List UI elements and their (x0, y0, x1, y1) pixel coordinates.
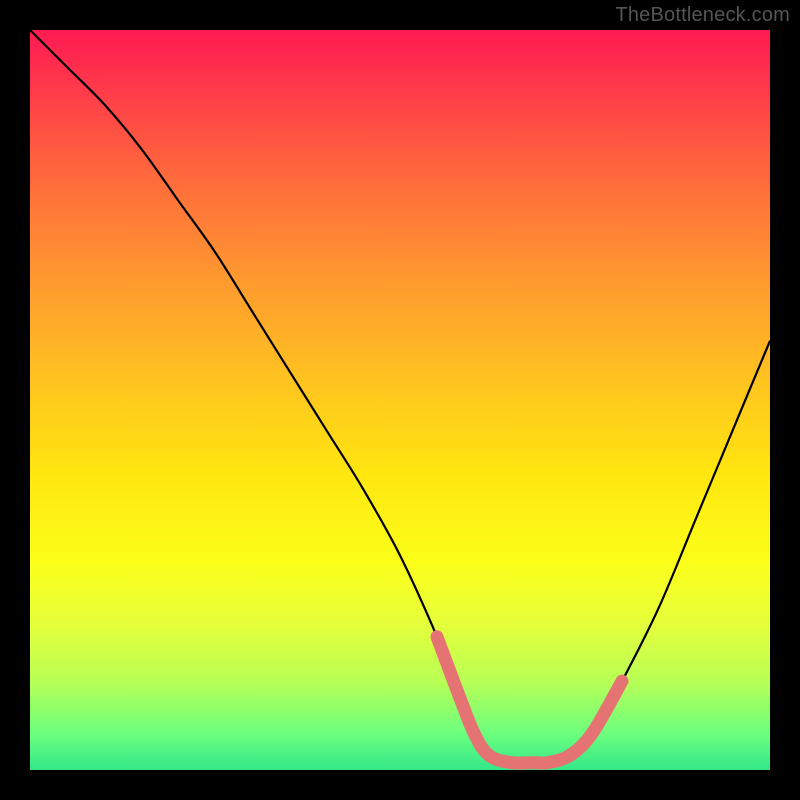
watermark-text: TheBottleneck.com (615, 4, 790, 27)
bottleneck-curve-svg (30, 30, 770, 770)
bottleneck-curve (30, 30, 770, 763)
chart-plot-area (30, 30, 770, 770)
curve-trough-marker (437, 637, 622, 763)
